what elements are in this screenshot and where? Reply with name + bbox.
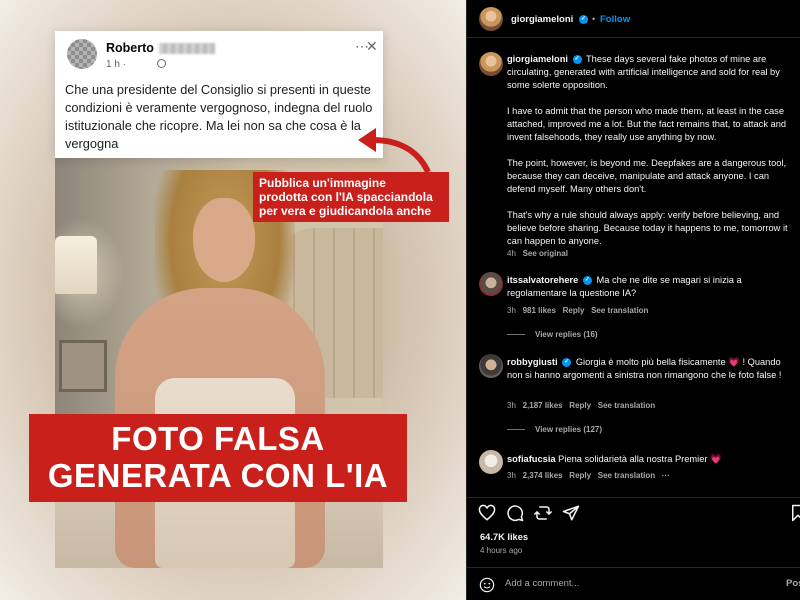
verified-badge-icon: ✓ (572, 55, 582, 65)
comment-meta: 3h 2,374 likes Reply See translation ··· (507, 471, 670, 480)
picture-frame (59, 340, 107, 392)
comment-body: Giorgia è molto più bella fisicamente (575, 357, 726, 367)
fb-post-text: Che una presidente del Consiglio si pres… (65, 82, 373, 151)
caption-avatar[interactable] (479, 52, 503, 76)
callout-line: per vera e giudicandola anche (259, 204, 432, 218)
comment-body: Piena solidarietà alla nostra Premier (558, 454, 708, 464)
comment-bar: Pos (467, 567, 800, 600)
more-options-icon[interactable]: ··· (662, 471, 670, 480)
comment-age: 3h (507, 306, 516, 315)
blurred-avatar (67, 39, 97, 69)
comment-username[interactable]: robbygiusti (507, 357, 558, 367)
see-original-button[interactable]: See original (523, 249, 568, 258)
caption-age: 4h (507, 249, 516, 258)
comment: itssalvatorehere ✓ Ma che ne dite se mag… (507, 274, 787, 300)
bookmark-icon[interactable] (789, 504, 800, 522)
comment-icon[interactable] (506, 504, 524, 522)
separator: • (592, 14, 596, 24)
headline-banner: FOTO FALSA GENERATA CON L'IA (29, 414, 407, 502)
caption-paragraph: That's why a rule should always apply: v… (507, 210, 788, 246)
comment-likes[interactable]: 981 likes (523, 306, 556, 315)
headline-line: GENERATA CON L'IA (47, 457, 389, 494)
verified-badge-icon: ✓ (582, 276, 592, 286)
see-translation-button[interactable]: See translation (598, 471, 655, 480)
callout-arrow-icon (358, 128, 431, 174)
close-icon: ✕ (366, 38, 378, 54)
caption-meta: 4h See original (507, 249, 568, 258)
comment-age: 3h (507, 471, 516, 480)
commenter-avatar[interactable] (479, 354, 503, 378)
post-comment-button[interactable]: Pos (786, 578, 800, 589)
emoji-icon[interactable] (479, 577, 495, 593)
comment-age: 3h (507, 401, 516, 410)
author-avatar[interactable] (479, 7, 503, 31)
comment: sofiafucsia Piena solidarietà alla nostr… (507, 453, 787, 466)
blurred-surname (159, 43, 215, 54)
comment-meta: 3h 2,187 likes Reply See translation (507, 401, 655, 410)
heart-icon[interactable] (478, 504, 496, 522)
instagram-panel: giorgiameloni ✓ • Follow giorgiameloni ✓… (466, 0, 800, 600)
comment-likes[interactable]: 2,374 likes (523, 471, 563, 480)
add-comment-input[interactable] (505, 578, 745, 589)
caption-paragraph: I have to admit that the person who made… (507, 106, 787, 142)
callout-line: Pubblica un'immagine (259, 176, 386, 190)
likes-count[interactable]: 64.7K likes (480, 532, 528, 542)
comment-likes[interactable]: 2,187 likes (523, 401, 563, 410)
action-bar (467, 497, 800, 527)
comment-meta: 3h 981 likes Reply See translation (507, 306, 648, 315)
fb-post-time: 1 h · (106, 59, 127, 70)
commenter-avatar[interactable] (479, 450, 503, 474)
comment-username[interactable]: sofiafucsia (507, 454, 556, 464)
heart-emoji-icon: 💗 (728, 357, 740, 367)
view-replies-label[interactable]: View replies (16) (535, 330, 598, 339)
view-replies-label[interactable]: View replies (127) (535, 425, 602, 434)
view-replies-button[interactable]: View replies (127) (507, 425, 602, 434)
post-header: giorgiameloni ✓ • Follow (467, 0, 800, 38)
heart-emoji-icon: 💗 (710, 454, 722, 464)
view-replies-button[interactable]: View replies (16) (507, 330, 598, 339)
commenter-avatar[interactable] (479, 272, 503, 296)
post-timestamp: 4 hours ago (480, 546, 523, 555)
header-username[interactable]: giorgiameloni (511, 14, 573, 25)
facebook-post-card: Roberto 1 h · ⋯ ✕ Che una presidente del… (55, 31, 383, 158)
comment: robbygiusti ✓ Giorgia è molto più bella … (507, 356, 789, 382)
see-translation-button[interactable]: See translation (598, 401, 655, 410)
post-caption: giorgiameloni ✓ These days several fake … (507, 53, 797, 261)
send-icon[interactable] (562, 504, 580, 522)
follow-button[interactable]: Follow (600, 14, 630, 25)
share-icon[interactable] (534, 504, 552, 522)
reply-button[interactable]: Reply (569, 471, 591, 480)
person-face (193, 198, 255, 282)
lamp (55, 236, 97, 294)
see-translation-button[interactable]: See translation (591, 306, 648, 315)
verified-badge-icon: ✓ (562, 358, 572, 368)
headline-line: FOTO FALSA (111, 420, 325, 457)
caption-paragraph: The point, however, is beyond me. Deepfa… (507, 158, 787, 194)
reply-button[interactable]: Reply (569, 401, 591, 410)
reply-button[interactable]: Reply (563, 306, 585, 315)
verified-badge-icon: ✓ (579, 15, 588, 24)
post-image: Roberto 1 h · ⋯ ✕ Che una presidente del… (0, 0, 466, 600)
caption-username[interactable]: giorgiameloni (507, 54, 568, 64)
comment-username[interactable]: itssalvatorehere (507, 275, 578, 285)
fb-author-name: Roberto (106, 41, 154, 55)
callout-box: Pubblica un'immagine prodotta con l'IA s… (253, 172, 449, 222)
callout-line: prodotta con l'IA spacciandola (259, 190, 433, 204)
globe-icon (157, 59, 166, 68)
